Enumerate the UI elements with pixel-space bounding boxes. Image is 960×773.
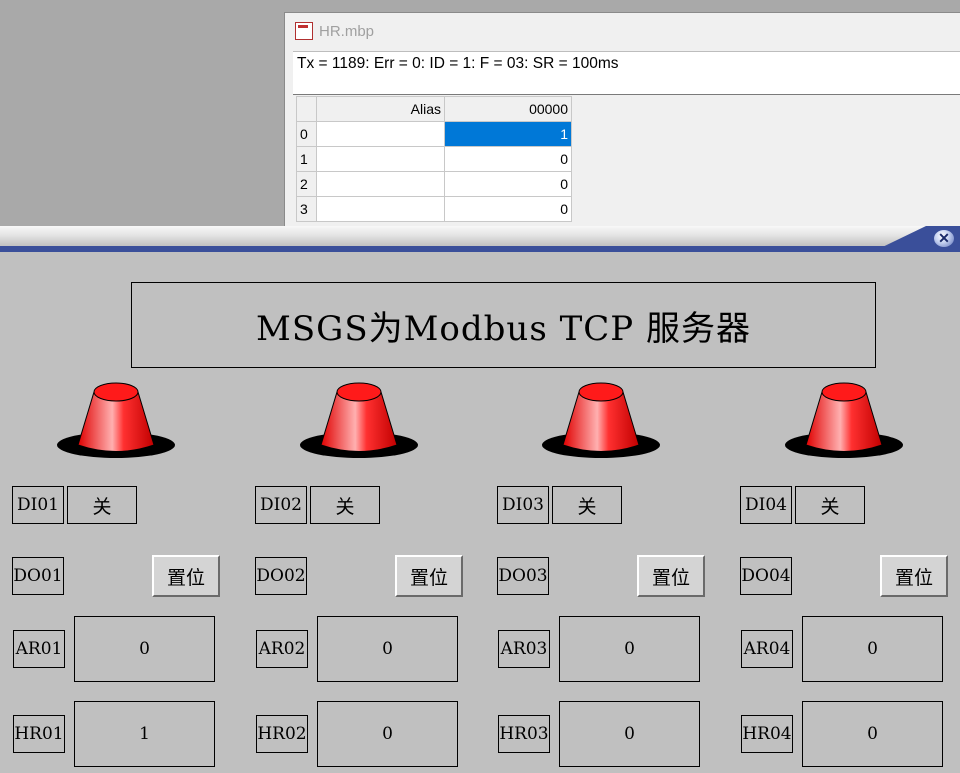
control-panel: MSGS为Modbus TCP 服务器 DI01 关 DO01 置位 AR01 … bbox=[0, 252, 960, 773]
do-label: DO01 bbox=[12, 557, 64, 595]
hr-label: HR04 bbox=[741, 715, 793, 753]
alarm-lamp-icon bbox=[300, 382, 418, 458]
alias-cell[interactable] bbox=[316, 171, 445, 197]
value-cell-selected[interactable]: 1 bbox=[444, 121, 572, 147]
channel-column-3: DI03 关 DO03 置位 AR03 0 HR03 0 bbox=[485, 252, 725, 773]
alarm-lamp-icon bbox=[542, 382, 660, 458]
set-button[interactable]: 置位 bbox=[395, 555, 463, 597]
hr-value: 0 bbox=[317, 701, 458, 767]
column-header-address[interactable]: 00000 bbox=[444, 96, 572, 122]
alias-cell[interactable] bbox=[316, 196, 445, 222]
ar-value: 0 bbox=[559, 616, 700, 682]
hr-label: HR02 bbox=[256, 715, 308, 753]
set-button[interactable]: 置位 bbox=[152, 555, 220, 597]
app-title-bar[interactable]: ✕ bbox=[0, 226, 960, 254]
row-header: 3 bbox=[296, 196, 317, 222]
di-state: 关 bbox=[795, 486, 865, 524]
row-header: 1 bbox=[296, 146, 317, 172]
hr-value: 0 bbox=[559, 701, 700, 767]
status-line: Tx = 1189: Err = 0: ID = 1: F = 03: SR =… bbox=[293, 51, 960, 95]
value-cell[interactable]: 0 bbox=[444, 146, 572, 172]
ar-value: 0 bbox=[74, 616, 215, 682]
di-state: 关 bbox=[552, 486, 622, 524]
set-button[interactable]: 置位 bbox=[637, 555, 705, 597]
table-row[interactable]: 3 0 bbox=[296, 196, 572, 222]
di-state: 关 bbox=[67, 486, 137, 524]
alarm-lamp-icon bbox=[785, 382, 903, 458]
grid-corner bbox=[296, 96, 317, 122]
di-label: DI03 bbox=[497, 486, 549, 524]
ar-label: AR01 bbox=[13, 630, 65, 668]
di-label: DI01 bbox=[12, 486, 64, 524]
value-cell[interactable]: 0 bbox=[444, 171, 572, 197]
table-row[interactable]: 2 0 bbox=[296, 171, 572, 197]
channel-column-2: DI02 关 DO02 置位 AR02 0 HR02 0 bbox=[243, 252, 483, 773]
ar-value: 0 bbox=[802, 616, 943, 682]
alias-cell[interactable] bbox=[316, 121, 445, 147]
hr-label: HR03 bbox=[498, 715, 550, 753]
di-state: 关 bbox=[310, 486, 380, 524]
ar-label: AR04 bbox=[741, 630, 793, 668]
document-icon bbox=[295, 22, 313, 40]
hr-label: HR01 bbox=[13, 715, 65, 753]
value-cell[interactable]: 0 bbox=[444, 196, 572, 222]
ar-value: 0 bbox=[317, 616, 458, 682]
row-header: 0 bbox=[296, 121, 317, 147]
channel-column-4: DI04 关 DO04 置位 AR04 0 HR04 0 bbox=[728, 252, 960, 773]
window-title-bar[interactable]: HR.mbp bbox=[285, 13, 960, 49]
alias-cell[interactable] bbox=[316, 146, 445, 172]
row-header: 2 bbox=[296, 171, 317, 197]
ar-label: AR03 bbox=[498, 630, 550, 668]
ar-label: AR02 bbox=[256, 630, 308, 668]
do-label: DO03 bbox=[497, 557, 549, 595]
modbus-poll-window[interactable]: HR.mbp Tx = 1189: Err = 0: ID = 1: F = 0… bbox=[284, 12, 960, 242]
column-header-alias[interactable]: Alias bbox=[316, 96, 445, 122]
hr-value: 0 bbox=[802, 701, 943, 767]
do-label: DO04 bbox=[740, 557, 792, 595]
hr-value: 1 bbox=[74, 701, 215, 767]
close-icon[interactable]: ✕ bbox=[934, 230, 954, 247]
table-row[interactable]: 1 0 bbox=[296, 146, 572, 172]
di-label: DI02 bbox=[255, 486, 307, 524]
table-row[interactable]: 0 1 bbox=[296, 121, 572, 147]
register-grid[interactable]: Alias 00000 0 1 1 0 2 0 3 0 bbox=[296, 96, 572, 222]
do-label: DO02 bbox=[255, 557, 307, 595]
di-label: DI04 bbox=[740, 486, 792, 524]
set-button[interactable]: 置位 bbox=[880, 555, 948, 597]
channel-column-1: DI01 关 DO01 置位 AR01 0 HR01 1 bbox=[0, 252, 240, 773]
window-title: HR.mbp bbox=[319, 22, 375, 40]
alarm-lamp-icon bbox=[57, 382, 175, 458]
